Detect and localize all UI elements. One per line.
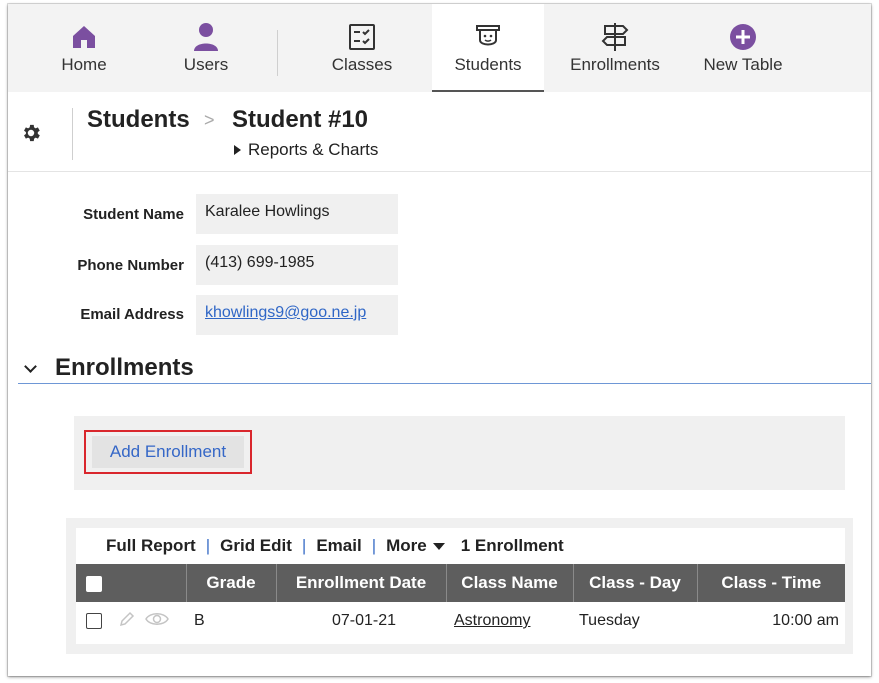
breadcrumb-separator: > [204, 110, 215, 130]
nav-classes-label: Classes [331, 55, 393, 74]
toolbar-divider: | [371, 536, 377, 555]
add-enrollment-highlight: Add Enrollment [84, 430, 252, 474]
cell-class-day: Tuesday [579, 612, 640, 629]
page-header: Students > Student #10 Reports & Charts [8, 92, 871, 172]
phone-number-label: Phone Number [77, 257, 184, 274]
eye-icon[interactable] [145, 611, 169, 632]
email-address-label: Email Address [80, 306, 184, 323]
cell-grade: B [194, 612, 205, 629]
header-divider [72, 108, 73, 160]
grid-toolbar: Full Report | Grid Edit | Email | More 1… [106, 531, 564, 561]
cell-class-name: Astronomy [446, 602, 573, 640]
email-link-toolbar[interactable]: Email [316, 536, 361, 556]
nav-new-table-label: New Table [703, 55, 783, 74]
student-icon [473, 22, 503, 52]
nav-classes[interactable]: Classes [306, 4, 418, 92]
signpost-icon [600, 22, 630, 52]
column-header-grade[interactable]: Grade [186, 564, 277, 602]
page-title: Student #10 [232, 106, 369, 133]
home-icon [69, 22, 99, 52]
nav-home[interactable]: Home [28, 4, 140, 92]
nav-users-label: Users [183, 55, 229, 74]
row-checkbox[interactable] [86, 613, 102, 629]
toolbar-divider: | [205, 536, 211, 555]
nav-users[interactable]: Users [150, 4, 262, 92]
nav-students-label: Students [454, 55, 522, 74]
row-actions [76, 602, 186, 640]
phone-number-value: (413) 699-1985 [196, 245, 398, 285]
caret-right-icon [234, 145, 241, 155]
nav-enrollments-label: Enrollments [570, 55, 660, 74]
cell-class-time: 10:00 am [772, 612, 839, 629]
enrollments-section-title: Enrollments [55, 354, 194, 381]
column-header-class-name[interactable]: Class Name [446, 564, 574, 602]
plus-circle-icon [728, 22, 758, 52]
email-link[interactable]: khowlings9@goo.ne.jp [205, 304, 366, 321]
enrollments-grid: Full Report | Grid Edit | Email | More 1… [76, 528, 845, 644]
grid-edit-link[interactable]: Grid Edit [220, 536, 292, 556]
class-name-link[interactable]: Astronomy [454, 612, 530, 629]
column-header-class-time[interactable]: Class - Time [697, 564, 845, 602]
email-address-field: khowlings9@goo.ne.jp [196, 295, 398, 335]
app-window: Home Users Classes Students Enrollments [8, 4, 871, 676]
select-all-checkbox[interactable] [86, 575, 102, 592]
breadcrumb-root[interactable]: Students [87, 106, 190, 134]
add-enrollment-button[interactable]: Add Enrollment [92, 436, 244, 468]
checklist-icon [347, 22, 377, 52]
user-icon [191, 22, 221, 52]
enrollments-grid-panel: Full Report | Grid Edit | Email | More 1… [66, 518, 853, 654]
nav-new-table[interactable]: New Table [687, 4, 799, 92]
cell-enrollment-date: 07-01-21 [331, 612, 396, 629]
student-name-label: Student Name [83, 206, 184, 223]
nav-home-label: Home [61, 55, 107, 74]
more-menu[interactable]: More [386, 536, 461, 556]
column-header-enrollment-date[interactable]: Enrollment Date [276, 564, 447, 602]
pencil-icon[interactable] [118, 610, 136, 633]
top-nav: Home Users Classes Students Enrollments [8, 4, 871, 92]
toolbar-divider: | [301, 536, 307, 555]
chevron-down-icon [24, 360, 37, 373]
full-report-link[interactable]: Full Report [106, 536, 196, 556]
caret-down-icon [432, 543, 445, 551]
enrollments-section-header[interactable]: Enrollments [18, 352, 871, 384]
gear-icon[interactable] [20, 122, 42, 144]
student-name-value: Karalee Howlings [196, 194, 398, 234]
more-label: More [386, 536, 427, 555]
record-count: 1 Enrollment [460, 536, 564, 555]
nav-divider [277, 30, 278, 76]
nav-enrollments[interactable]: Enrollments [559, 4, 671, 92]
reports-charts-toggle[interactable]: Reports & Charts [234, 140, 378, 160]
table-row: B 07-01-21 Astronomy Tuesday 10:00 am [76, 602, 845, 640]
select-all-cell [76, 564, 187, 602]
table-header-row: Grade Enrollment Date Class Name Class -… [76, 564, 845, 602]
add-enrollment-panel: Add Enrollment [74, 416, 845, 490]
reports-charts-label: Reports & Charts [248, 140, 379, 159]
nav-students[interactable]: Students [432, 4, 544, 92]
enrollments-table: Grade Enrollment Date Class Name Class -… [76, 564, 845, 640]
column-header-class-day[interactable]: Class - Day [573, 564, 698, 602]
